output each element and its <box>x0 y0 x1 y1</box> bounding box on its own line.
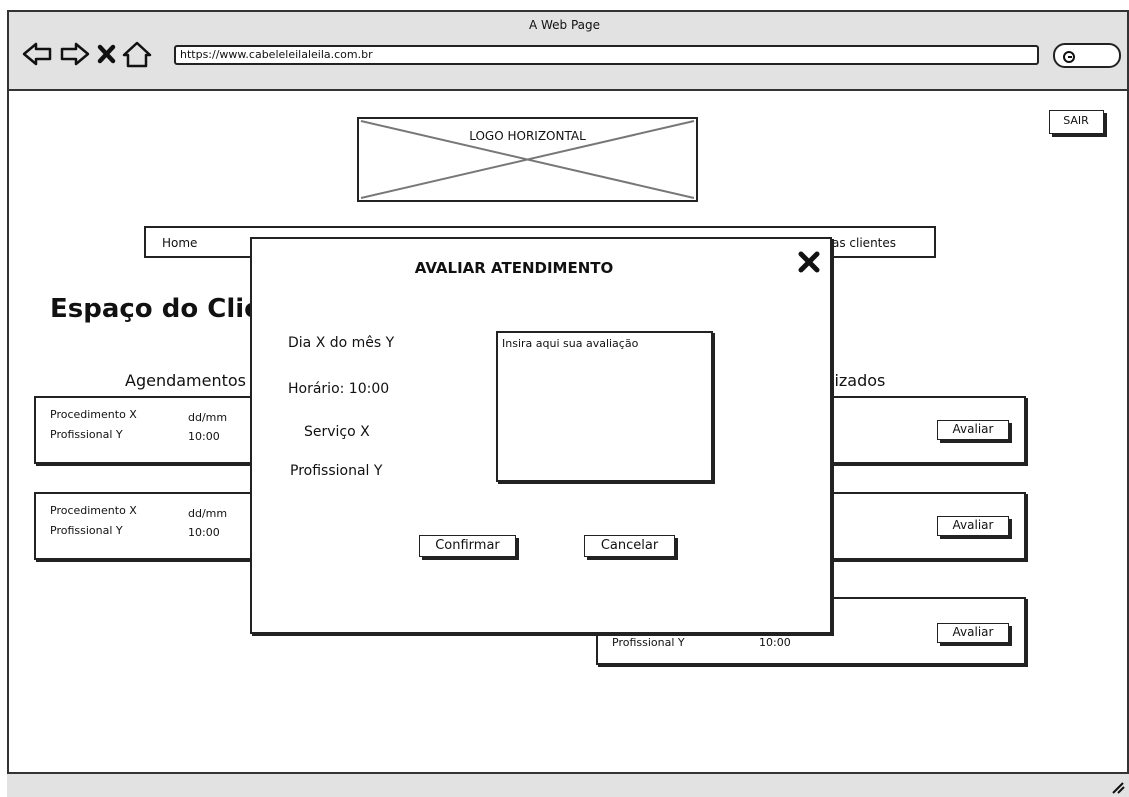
completed-heading: lizados <box>830 371 886 390</box>
logo-label: LOGO HORIZONTAL <box>469 129 586 143</box>
rate-button-label: Avaliar <box>952 422 994 436</box>
stop-icon[interactable] <box>97 44 116 64</box>
card-date: dd/mm <box>188 411 228 424</box>
scheduled-heading: Agendamentos <box>125 371 247 390</box>
resize-handle-icon[interactable] <box>1111 780 1125 794</box>
modal-professional: Profissional Y <box>290 463 383 479</box>
rate-button-label: Avaliar <box>952 625 994 639</box>
forward-icon[interactable] <box>60 42 90 66</box>
rate-service-modal: AVALIAR ATENDIMENTO Dia X do mês Y Horár… <box>250 237 832 634</box>
card-procedure: Procedimento X <box>50 504 137 517</box>
appointment-card: Procedimento X Profissional Y dd/mm 10:0… <box>34 492 264 560</box>
rate-button[interactable]: Avaliar <box>937 623 1009 643</box>
browser-nav-icons <box>22 41 152 68</box>
page-title: Espaço do Clie <box>50 294 262 324</box>
logo-placeholder: LOGO HORIZONTAL <box>357 117 698 202</box>
card-procedure: Procedimento X <box>50 408 137 421</box>
nav-item-home[interactable]: Home <box>162 236 197 250</box>
modal-service: Serviço X <box>304 424 370 440</box>
close-icon[interactable] <box>796 249 822 275</box>
confirm-button[interactable]: Confirmar <box>419 535 516 557</box>
rate-button[interactable]: Avaliar <box>937 516 1009 536</box>
back-icon[interactable] <box>22 42 52 66</box>
address-bar[interactable]: https://www.cabeleleilaleila.com.br <box>174 45 1039 65</box>
confirm-button-label: Confirmar <box>435 538 500 553</box>
review-placeholder: Insira aqui sua avaliação <box>502 337 639 350</box>
logout-button-label: SAIR <box>1063 114 1089 127</box>
browser-search-box[interactable] <box>1053 43 1121 68</box>
modal-day: Dia X do mês Y <box>288 335 395 351</box>
cancel-button-label: Cancelar <box>600 538 659 553</box>
nav-item-clients[interactable]: as clientes <box>832 236 896 250</box>
cancel-button[interactable]: Cancelar <box>584 535 675 557</box>
browser-title: A Web Page <box>528 18 601 32</box>
address-bar-url: https://www.cabeleleilaleila.com.br <box>180 48 373 61</box>
home-icon[interactable] <box>122 41 152 68</box>
modal-time: Horário: 10:00 <box>288 381 390 397</box>
logout-button[interactable]: SAIR <box>1049 110 1104 134</box>
card-professional: Profissional Y <box>50 428 123 441</box>
card-professional: Profissional Y <box>50 524 123 537</box>
card-professional: Profissional Y <box>612 636 685 649</box>
modal-title: AVALIAR ATENDIMENTO <box>414 259 614 277</box>
rate-button[interactable]: Avaliar <box>937 420 1009 440</box>
card-time: 10:00 <box>759 636 791 649</box>
review-textarea[interactable]: Insira aqui sua avaliação <box>496 331 713 482</box>
card-time: 10:00 <box>188 526 220 539</box>
card-time: 10:00 <box>188 430 220 443</box>
rate-button-label: Avaliar <box>952 518 994 532</box>
appointment-card: Procedimento X Profissional Y dd/mm 10:0… <box>34 396 264 464</box>
browser-status-bar <box>7 772 1129 797</box>
search-icon <box>1063 51 1075 63</box>
card-date: dd/mm <box>188 507 228 520</box>
